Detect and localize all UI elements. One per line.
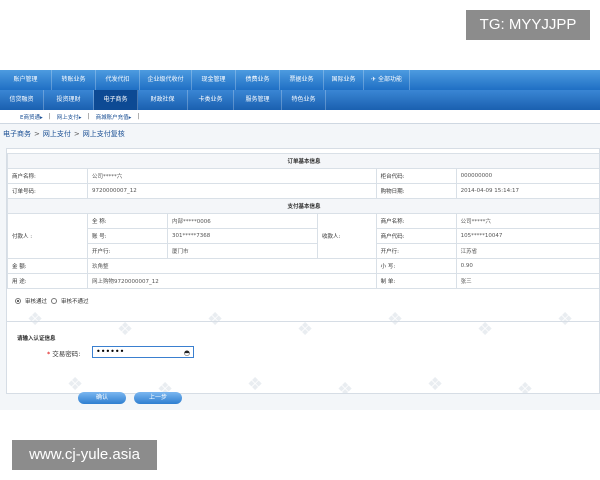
bank-value: 厦门市 xyxy=(167,243,318,259)
merchant-name-label: 商户名称: xyxy=(7,168,88,184)
auth-title: 请输入认证信息 xyxy=(17,336,56,342)
reject-label[interactable]: 审核不通过 xyxy=(61,297,89,305)
approve-radio[interactable] xyxy=(15,298,21,304)
payee-code-label: 商户代码: xyxy=(375,228,457,244)
purpose-label: 用 途: xyxy=(7,273,88,289)
payee-merchant-value: 公司*****六 xyxy=(455,213,599,229)
nav-credit[interactable]: 信贷融资 xyxy=(0,90,44,110)
password-label-text: 交易密码: xyxy=(52,350,81,358)
nav-all-functions[interactable]: ✈ 全部功能 xyxy=(364,70,410,90)
bank-label: 开户行: xyxy=(87,243,168,259)
merchant-name-value: 公司*****六 xyxy=(87,168,377,184)
nav-cards[interactable]: 卡类业务 xyxy=(188,90,234,110)
nav-debt[interactable]: 债费业务 xyxy=(236,70,280,90)
counter-code-value: 000000000 xyxy=(455,168,599,184)
payer-label: 付款人 : xyxy=(7,213,88,259)
password-input[interactable]: •••••• ◓ xyxy=(92,346,194,358)
full-name-label: 全 称: xyxy=(87,213,168,229)
required-star: * xyxy=(47,350,51,358)
subnav-online-payment[interactable]: 网上支付▸ xyxy=(51,113,88,121)
review-card: ❖ ❖ ❖ ❖ ❖ ❖ ❖ ❖ ❖ ❖ ❖ ❖ ❖ 订单基本信息 商户名称: 公司*****六 … xyxy=(6,148,600,394)
breadcrumb-online-payment[interactable]: 网上支付 xyxy=(43,129,71,139)
password-label: * 交易密码: xyxy=(47,348,80,358)
nav-payroll[interactable]: 代发代扣 xyxy=(96,70,140,90)
nav-ecommerce[interactable]: 电子商务 xyxy=(94,90,138,110)
payee-label: 收款人: xyxy=(317,213,377,259)
chevron-right-icon: > xyxy=(73,130,80,138)
breadcrumb-ecommerce[interactable]: 电子商务 xyxy=(3,129,31,139)
nav-bills[interactable]: 票据业务 xyxy=(280,70,324,90)
payee-bank-label: 开户行: xyxy=(375,243,457,259)
subnav-e-trade[interactable]: E商贸通▸ xyxy=(14,113,49,121)
nav-international[interactable]: 国际业务 xyxy=(324,70,364,90)
subnav-mall-recharge[interactable]: 商城账户充值▸ xyxy=(90,113,138,121)
purchase-date-label: 购物日期: xyxy=(375,183,457,199)
reject-radio[interactable] xyxy=(51,298,58,304)
payment-section-title: 支付基本信息 xyxy=(7,198,599,214)
order-no-label: 订单号码: xyxy=(7,183,88,199)
order-payment-table: 订单基本信息 商户名称: 公司*****六 柜台代码: 000000000 订单… xyxy=(7,153,599,289)
nav-transfer[interactable]: 转账业务 xyxy=(52,70,96,90)
amount-small-value: 0.90 xyxy=(455,258,599,274)
watermark-bottom: www.cj-yule.asia xyxy=(12,440,157,470)
nav-account-management[interactable]: 账户管理 xyxy=(0,70,52,90)
breadcrumb: 电子商务 > 网上支付 > 网上支付复核 xyxy=(3,128,125,140)
nav-cash-management[interactable]: 现金管理 xyxy=(192,70,236,90)
secondary-nav: 信贷融资 投资理财 电子商务 财政社保 卡类业务 服务管理 特色业务 xyxy=(0,90,600,110)
maker-label: 制 单: xyxy=(375,273,457,289)
sub-nav: E商贸通▸ | 网上支付▸ | 商城账户充值▸ | xyxy=(0,110,600,124)
nav-investment[interactable]: 投资理财 xyxy=(44,90,94,110)
nav-social-security[interactable]: 财政社保 xyxy=(138,90,188,110)
order-no-value: 9720000007_12 xyxy=(87,183,377,199)
review-radio-group: 审核通过 审核不通过 xyxy=(15,297,89,305)
subnav-divider: | xyxy=(137,113,140,120)
order-section-title: 订单基本信息 xyxy=(7,153,599,169)
approve-label[interactable]: 审核通过 xyxy=(25,297,47,305)
account-label: 账 号: xyxy=(87,228,168,244)
nav-enterprise-collection[interactable]: 企业级代收付 xyxy=(140,70,192,90)
chevron-right-icon: > xyxy=(34,130,40,138)
bank-window: 账户管理 转账业务 代发代扣 企业级代收付 现金管理 债费业务 票据业务 国际业… xyxy=(0,70,600,410)
password-value: •••••• xyxy=(96,347,125,356)
watermark-top: TG: MYYJJPP xyxy=(466,10,590,40)
payee-bank-value: 江苏省 xyxy=(455,243,599,259)
confirm-button[interactable]: 确认 xyxy=(78,392,126,404)
counter-code-label: 柜台代码: xyxy=(375,168,457,184)
purpose-value: 网上购物9720000007_12 xyxy=(87,273,377,289)
maker-value: 张三 xyxy=(455,273,599,289)
amount-words-value: 玖角整 xyxy=(87,258,377,274)
auth-section: 请输入认证信息 * 交易密码: •••••• ◓ xyxy=(7,321,599,393)
nav-service-management[interactable]: 服务管理 xyxy=(234,90,282,110)
nav-featured[interactable]: 特色业务 xyxy=(282,90,326,110)
payee-merchant-label: 商户名称: xyxy=(375,213,457,229)
breadcrumb-current: 网上支付复核 xyxy=(82,130,125,138)
eye-icon[interactable]: ◓ xyxy=(184,348,190,358)
page: TG: MYYJJPP 账户管理 转账业务 代发代扣 企业级代收付 现金管理 债… xyxy=(0,0,600,480)
back-button[interactable]: 上一步 xyxy=(134,392,182,404)
full-name-value: 内部*****0006 xyxy=(167,213,318,229)
amount-label: 金 额: xyxy=(7,258,88,274)
payee-code-value: 105*****10047 xyxy=(455,228,599,244)
amount-small-label: 小 写: xyxy=(375,258,457,274)
account-value: 301*****7368 xyxy=(167,228,318,244)
primary-nav: 账户管理 转账业务 代发代扣 企业级代收付 现金管理 债费业务 票据业务 国际业… xyxy=(0,70,600,90)
purchase-date-value: 2014-04-09 15:14:17 xyxy=(455,183,599,199)
